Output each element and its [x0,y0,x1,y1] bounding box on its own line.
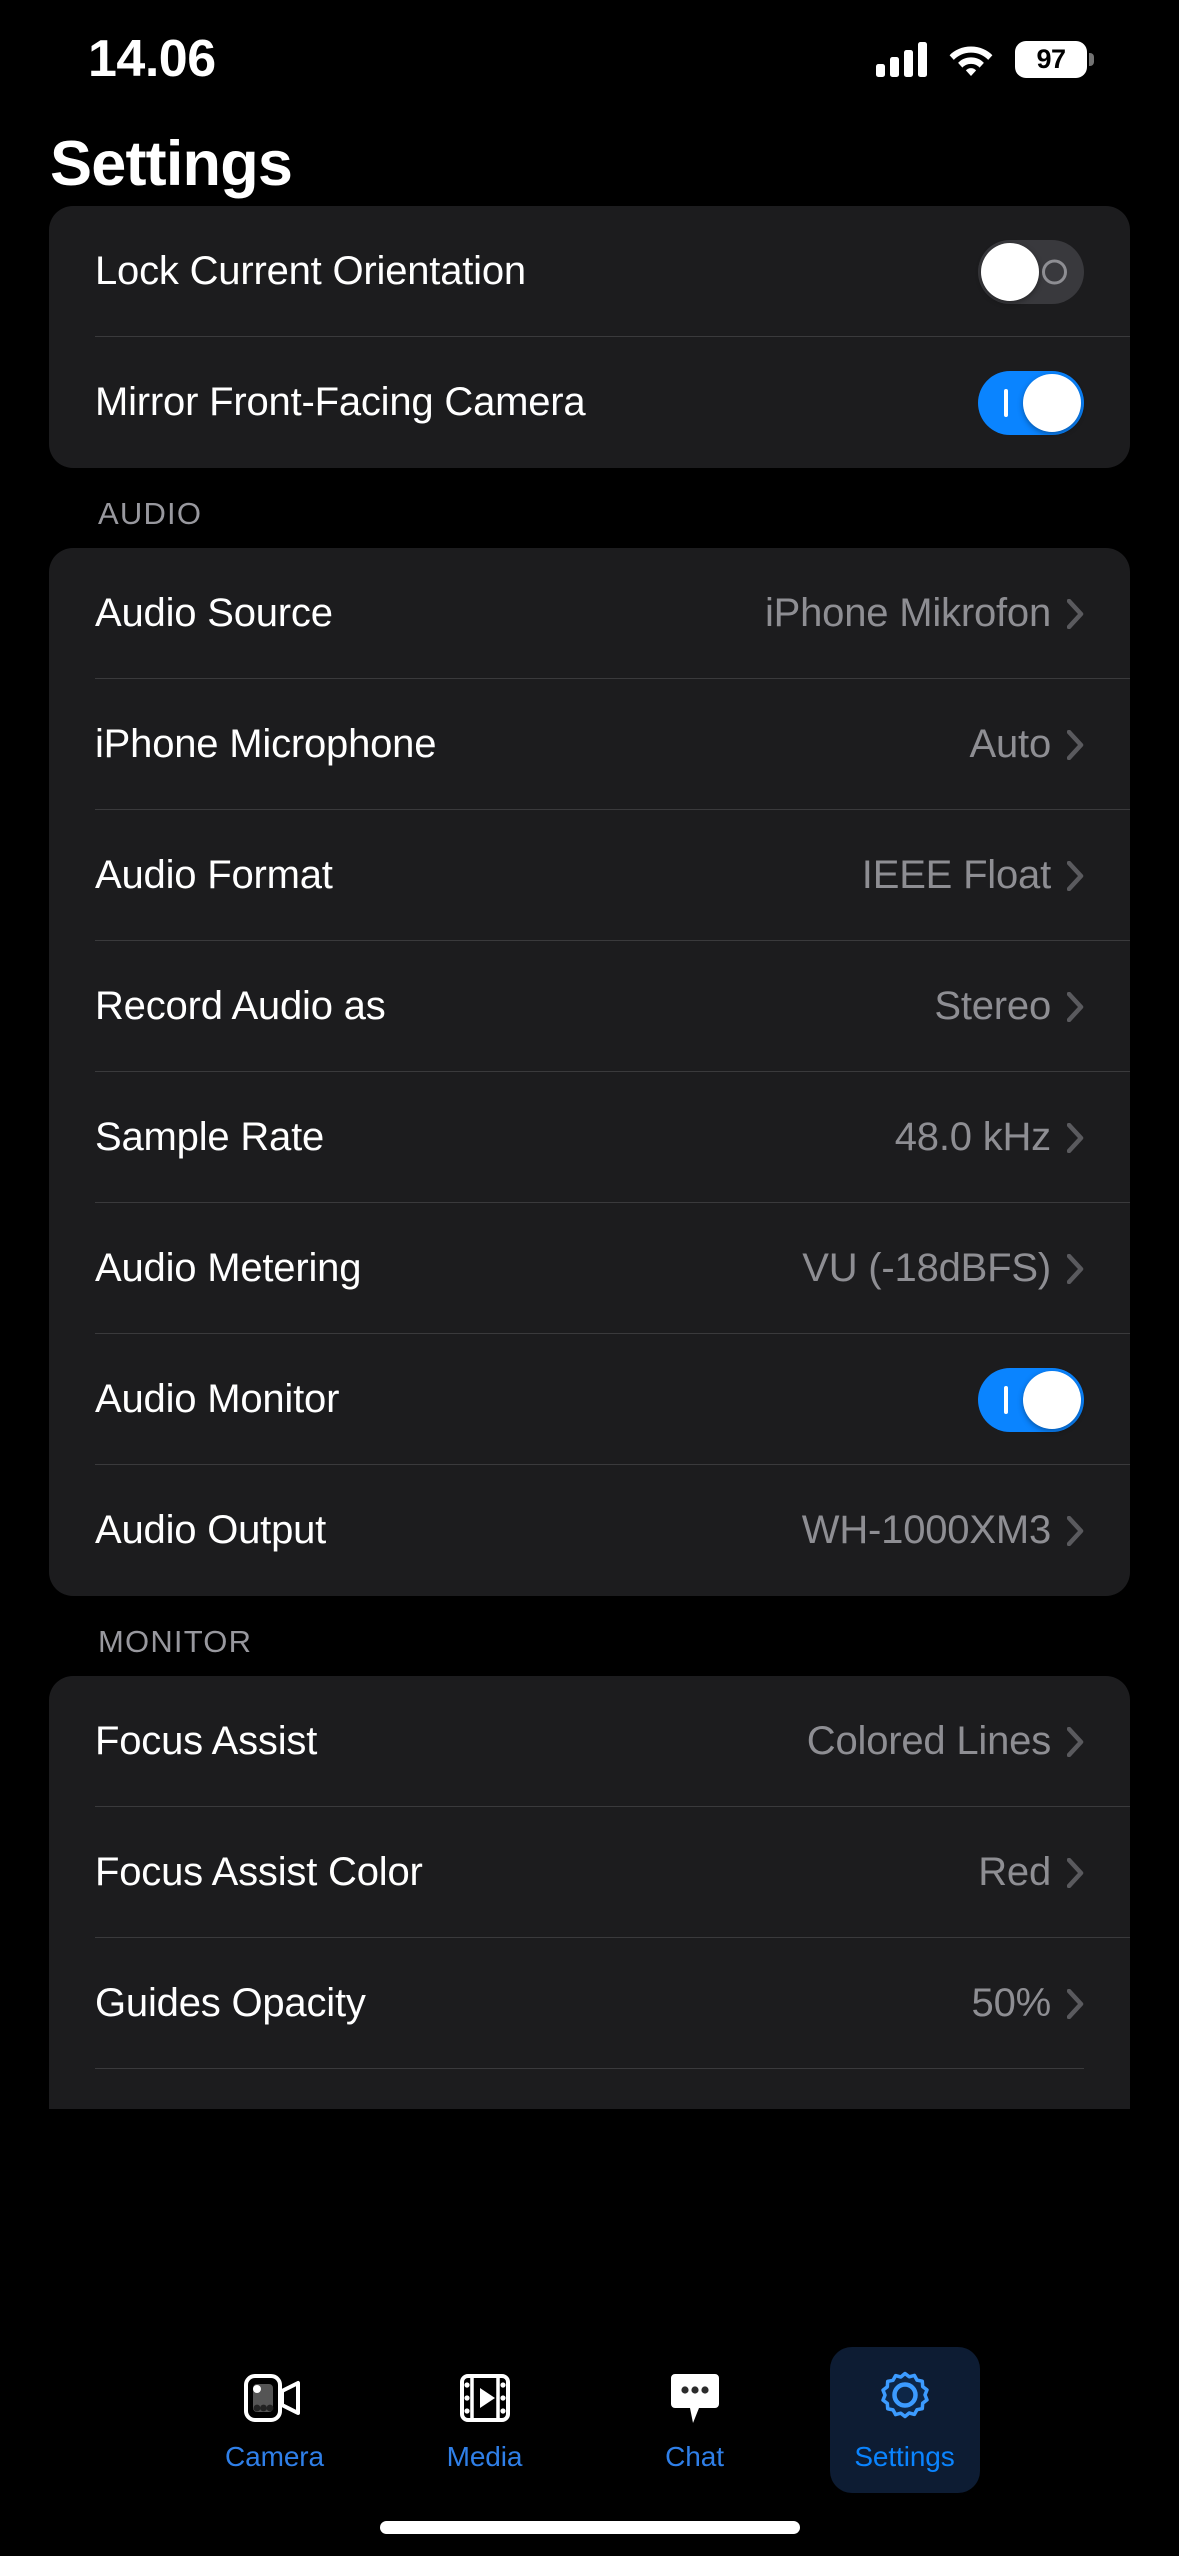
row-label: Focus Assist Color [95,1850,423,1894]
row-audio-format[interactable]: Audio Format IEEE Float [49,810,1130,941]
row-accessory: Red [978,1850,1084,1895]
row-value: WH-1000XM3 [801,1508,1051,1552]
row-label: Focus Assist [95,1719,318,1763]
row-accessory [978,239,1084,304]
row-label: Audio Metering [95,1246,362,1290]
chevron-right-icon [1067,860,1084,891]
row-accessory: iPhone Mikrofon [765,591,1084,636]
settings-group-audio: Audio Source iPhone Mikrofon iPhone Micr… [49,548,1130,1596]
section-header-audio: AUDIO [98,496,203,531]
row-focus-assist-color[interactable]: Focus Assist Color Red [49,1807,1130,1938]
tab-label: Camera [225,2441,324,2472]
row-label: Guides Opacity [95,1981,366,2025]
settings-group-monitor: Focus Assist Colored Lines Focus Assist … [49,1676,1130,2109]
toggle-lock-current-orientation[interactable] [978,239,1084,304]
row-value: iPhone Mikrofon [764,591,1051,635]
row-value: 48.0 kHz [894,1115,1051,1159]
settings-scroll-view[interactable]: Lock Current Orientation Mirror Front-Fa… [0,196,1179,2339]
status-bar: 14.06 97 [0,0,1179,118]
row-value: IEEE Float [861,853,1051,897]
chevron-right-icon [1067,729,1084,760]
row-label: Sample Rate [95,1115,325,1159]
row-label: iPhone Microphone [95,722,437,766]
row-lock-current-orientation[interactable]: Lock Current Orientation [49,206,1130,337]
toggle-audio-monitor[interactable] [978,1367,1084,1432]
row-value: Colored Lines [806,1719,1051,1763]
tab-camera[interactable]: Camera [200,2347,350,2493]
row-label: Audio Monitor [95,1377,340,1421]
row-sample-rate[interactable]: Sample Rate 48.0 kHz [49,1072,1130,1203]
toggle-knob [1023,373,1081,432]
tab-label: Chat [665,2441,724,2472]
chevron-right-icon [1067,1253,1084,1284]
row-value: 50% [971,1981,1052,2025]
toggle-mirror-front-facing-camera[interactable] [978,370,1084,435]
row-label: Mirror Front-Facing Camera [95,380,586,424]
row-accessory: WH-1000XM3 [802,1508,1084,1553]
chevron-right-icon [1067,1515,1084,1546]
page-title: Settings [50,129,293,199]
row-partial-next[interactable] [49,2069,1130,2109]
chevron-right-icon [1067,1122,1084,1153]
chevron-right-icon [1067,1988,1084,2019]
film-play-icon [453,2369,517,2427]
toggle-on-glyph-icon [1004,1385,1008,1414]
row-audio-source[interactable]: Audio Source iPhone Mikrofon [49,548,1130,679]
row-label: Record Audio as [95,984,386,1028]
chevron-right-icon [1067,598,1084,629]
battery-icon: 97 [1015,40,1094,78]
row-iphone-microphone[interactable]: iPhone Microphone Auto [49,679,1130,810]
row-accessory: 50% [972,1981,1084,2026]
row-value: Auto [969,722,1052,766]
row-accessory: 48.0 kHz [895,1115,1084,1160]
row-guides-opacity[interactable]: Guides Opacity 50% [49,1938,1130,2069]
battery-level-label: 97 [1036,43,1066,74]
row-accessory: Stereo [934,984,1084,1029]
tab-label: Settings [854,2441,955,2472]
row-accessory: IEEE Float [862,853,1084,898]
row-label: Audio Output [95,1508,327,1552]
row-record-audio-as[interactable]: Record Audio as Stereo [49,941,1130,1072]
chevron-right-icon [1067,991,1084,1022]
tab-label: Media [446,2441,523,2472]
row-accessory: Auto [970,722,1085,767]
row-audio-monitor[interactable]: Audio Monitor [49,1334,1130,1465]
video-camera-icon [243,2369,307,2427]
row-value: Red [978,1850,1051,1894]
row-mirror-front-facing-camera[interactable]: Mirror Front-Facing Camera [49,337,1130,468]
row-accessory [978,370,1084,435]
row-focus-assist[interactable]: Focus Assist Colored Lines [49,1676,1130,1807]
section-header-monitor: MONITOR [98,1624,253,1659]
row-label: Audio Format [95,853,333,897]
row-label: Audio Source [95,591,333,635]
row-accessory: Colored Lines [807,1719,1084,1764]
toggle-knob [1023,1370,1081,1429]
toggle-knob [981,242,1039,301]
tab-media[interactable]: Media [410,2347,560,2493]
row-value: Stereo [934,984,1051,1028]
row-accessory [978,1367,1084,1432]
row-value: VU (-18dBFS) [802,1246,1051,1290]
chevron-right-icon [1067,1857,1084,1888]
app-screen: 14.06 97 Settings Lock Current Orientati… [0,0,1179,2556]
settings-group-general: Lock Current Orientation Mirror Front-Fa… [49,206,1130,468]
cellular-bars-icon [876,41,927,77]
row-accessory: VU (-18dBFS) [802,1246,1084,1291]
gear-icon [873,2369,937,2427]
row-audio-metering[interactable]: Audio Metering VU (-18dBFS) [49,1203,1130,1334]
status-bar-indicators: 97 [876,40,1094,78]
row-audio-output[interactable]: Audio Output WH-1000XM3 [49,1465,1130,1596]
chat-bubble-icon [663,2369,727,2427]
tab-settings[interactable]: Settings [829,2347,980,2493]
toggle-off-glyph-icon [1042,259,1067,284]
status-bar-clock: 14.06 [88,30,216,88]
wifi-icon [949,46,993,76]
toggle-on-glyph-icon [1004,388,1008,417]
chevron-right-icon [1067,1726,1084,1757]
row-label: Lock Current Orientation [95,249,526,293]
home-indicator[interactable] [379,2521,800,2534]
tab-chat[interactable]: Chat [620,2347,770,2493]
